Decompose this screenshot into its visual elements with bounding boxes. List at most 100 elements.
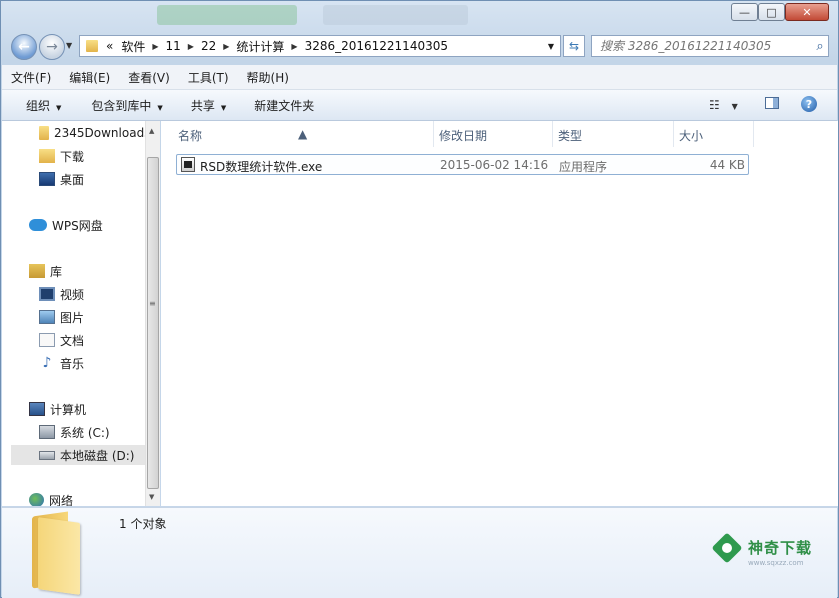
chevron-right-icon[interactable]: ▶ xyxy=(152,42,158,51)
folder-icon xyxy=(39,126,49,140)
breadcrumb-overflow[interactable]: « xyxy=(106,39,113,53)
help-button[interactable]: ? xyxy=(801,96,817,112)
nav-item-label: 桌面 xyxy=(60,172,85,187)
nav-item-pictures[interactable]: 图片 xyxy=(39,307,84,327)
library-icon xyxy=(29,264,45,278)
back-button[interactable]: ← xyxy=(11,34,37,60)
menu-help[interactable]: 帮助(H) xyxy=(238,69,298,86)
breadcrumb-segment[interactable]: 11 xyxy=(166,39,181,53)
column-divider[interactable] xyxy=(673,121,674,147)
local-drive-icon xyxy=(39,450,55,460)
watermark: 神奇下载 www.sqxzz.com xyxy=(711,532,829,589)
preview-pane-button[interactable] xyxy=(765,97,779,109)
nav-item-label: 视频 xyxy=(60,287,85,302)
nav-item-desktop[interactable]: 桌面 xyxy=(39,169,84,189)
column-divider[interactable] xyxy=(753,121,754,147)
nav-item-label: 系统 (C:) xyxy=(60,425,110,440)
menu-tools[interactable]: 工具(T) xyxy=(179,69,238,86)
menu-view[interactable]: 查看(V) xyxy=(119,69,179,86)
nav-item-label: 网络 xyxy=(49,493,74,507)
file-list-pane: ▲ 名称 修改日期 类型 大小 RSD数理统计软件.exe 2015-06-02… xyxy=(161,121,838,506)
scroll-up-arrow-icon[interactable]: ▲ xyxy=(149,127,154,135)
column-header-type[interactable]: 类型 xyxy=(558,127,582,144)
menu-edit[interactable]: 编辑(E) xyxy=(60,69,119,86)
network-icon xyxy=(29,493,44,506)
details-pane: 1 个对象 神奇下载 www.sqxzz.com xyxy=(2,507,837,598)
explorer-window: — □ ✕ ← → ▼ « 软件 ▶ 11 ▶ 22 ▶ 统计计算 ▶ 3286… xyxy=(0,0,839,598)
nav-item-documents[interactable]: 文档 xyxy=(39,330,84,350)
scroll-down-arrow-icon[interactable]: ▼ xyxy=(149,493,154,501)
nav-item-music[interactable]: ♪ 音乐 xyxy=(39,353,84,373)
nav-pane-scrollbar[interactable]: ▲ ≡ ▼ xyxy=(145,121,160,506)
nav-item-videos[interactable]: 视频 xyxy=(39,284,84,304)
close-button[interactable]: ✕ xyxy=(785,3,829,21)
column-headers: ▲ 名称 修改日期 类型 大小 xyxy=(161,121,761,147)
nav-item-computer[interactable]: 计算机 xyxy=(29,399,86,419)
scrollbar-thumb[interactable] xyxy=(147,157,159,489)
column-header-name[interactable]: 名称 xyxy=(178,127,202,144)
search-box[interactable]: ⌕ xyxy=(591,35,829,57)
change-view-button[interactable]: ☷ ▼ xyxy=(709,98,738,112)
pictures-icon xyxy=(39,310,55,324)
help-icon: ? xyxy=(805,97,813,111)
address-bar[interactable]: « 软件 ▶ 11 ▶ 22 ▶ 统计计算 ▶ 3286_20161221140… xyxy=(79,35,561,57)
chevron-right-icon[interactable]: ▶ xyxy=(188,42,194,51)
nav-item-label: 下载 xyxy=(60,149,85,164)
chevron-down-icon: ▼ xyxy=(220,103,227,112)
minimize-button[interactable]: — xyxy=(731,3,758,21)
view-options-icon: ☷ xyxy=(709,98,720,112)
share-button[interactable]: 共享 ▼ xyxy=(175,97,238,114)
brand-logo-icon xyxy=(711,532,743,564)
breadcrumb-segment[interactable]: 22 xyxy=(201,39,216,53)
new-folder-button[interactable]: 新建文件夹 xyxy=(238,97,326,114)
search-icon[interactable]: ⌕ xyxy=(812,39,828,54)
recent-pages-dropdown[interactable]: ▼ xyxy=(66,41,72,50)
chevron-right-icon[interactable]: ▶ xyxy=(223,42,229,51)
breadcrumb-segment[interactable]: 软件 xyxy=(121,38,145,55)
share-label: 共享 xyxy=(190,98,215,113)
file-name: RSD数理统计软件.exe xyxy=(200,160,323,174)
nav-item-drive-c[interactable]: 系统 (C:) xyxy=(39,422,110,442)
arrow-right-icon: → xyxy=(46,39,58,55)
chevron-down-icon: ▼ xyxy=(56,103,62,112)
file-modified: 2015-06-02 14:16 xyxy=(440,158,549,172)
include-in-library-button[interactable]: 包含到库中 ▼ xyxy=(73,97,174,114)
nav-item-wps-cloud[interactable]: WPS网盘 xyxy=(29,215,103,235)
organize-button[interactable]: 组织 ▼ xyxy=(2,97,73,114)
nav-item-label: 文档 xyxy=(60,333,85,348)
file-size: 44 KB xyxy=(709,158,745,172)
breadcrumb-segment[interactable]: 统计计算 xyxy=(236,38,284,55)
column-header-size[interactable]: 大小 xyxy=(679,127,703,144)
search-input[interactable] xyxy=(598,38,812,54)
organize-label: 组织 xyxy=(26,98,51,113)
column-divider[interactable] xyxy=(433,121,434,147)
scrollbar-grip-icon: ≡ xyxy=(149,299,156,308)
column-divider[interactable] xyxy=(552,121,553,147)
breadcrumb-segment[interactable]: 3286_20161221140305 xyxy=(305,39,448,53)
nav-item-label: 图片 xyxy=(60,310,85,325)
new-folder-label: 新建文件夹 xyxy=(254,98,315,113)
nav-item-2345downloads[interactable]: 2345Downloads xyxy=(39,123,145,143)
cloud-icon xyxy=(29,219,47,231)
nav-item-downloads[interactable]: 下载 xyxy=(39,146,84,166)
computer-icon xyxy=(29,402,45,416)
chevron-right-icon[interactable]: ▶ xyxy=(291,42,297,51)
column-header-modified[interactable]: 修改日期 xyxy=(439,127,487,144)
sort-ascending-icon: ▲ xyxy=(298,127,308,141)
nav-item-network[interactable]: 网络 xyxy=(29,490,73,506)
file-row[interactable]: RSD数理统计软件.exe 2015-06-02 14:16 应用程序 44 K… xyxy=(176,154,749,175)
chevron-down-icon: ▼ xyxy=(66,41,73,50)
refresh-button[interactable]: ⇆ xyxy=(563,35,585,57)
file-type: 应用程序 xyxy=(559,160,608,174)
nav-item-drive-d[interactable]: 本地磁盘 (D:) xyxy=(11,445,145,465)
forward-button[interactable]: → xyxy=(39,34,65,60)
system-drive-icon xyxy=(39,425,55,439)
menu-file[interactable]: 文件(F) xyxy=(2,69,60,86)
maximize-button[interactable]: □ xyxy=(758,3,785,21)
nav-item-libraries[interactable]: 库 xyxy=(29,261,62,281)
watermark-url: www.sqxzz.com xyxy=(748,559,804,567)
address-history-dropdown[interactable]: ▼ xyxy=(548,42,554,51)
navigation-pane: 2345Downloads 下载 桌面 WPS网盘 库 视频 图片 文档 ♪ 音… xyxy=(2,121,145,506)
chevron-down-icon: ▼ xyxy=(157,103,163,112)
nav-item-label: 库 xyxy=(50,264,63,279)
